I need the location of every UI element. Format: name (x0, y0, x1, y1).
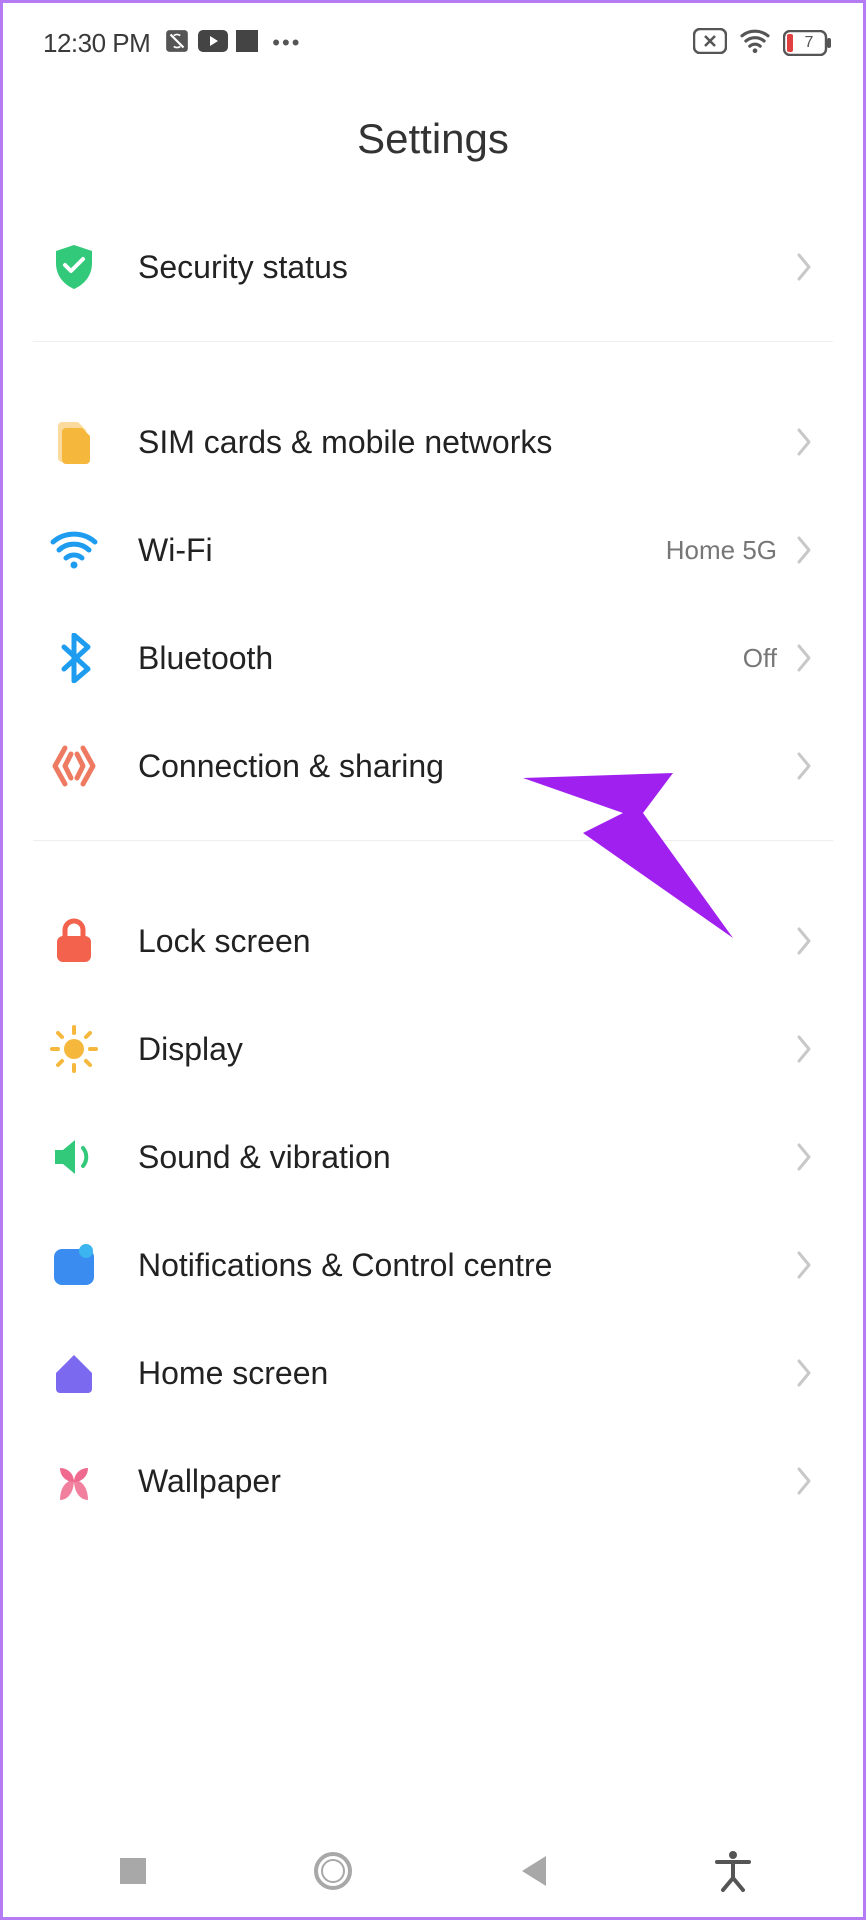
wifi-color-icon (48, 524, 100, 576)
chevron-right-icon (795, 642, 813, 674)
item-label: Connection & sharing (138, 748, 795, 785)
navigation-bar (3, 1825, 863, 1917)
chevron-right-icon (795, 426, 813, 458)
settings-group-network: SIM cards & mobile networks Wi-Fi Home 5… (3, 388, 863, 820)
divider (33, 840, 833, 841)
chevron-right-icon (795, 534, 813, 566)
status-time: 12:30 PM (43, 28, 150, 59)
settings-item-notifications[interactable]: Notifications & Control centre (33, 1211, 833, 1319)
battery-icon: 7 (783, 30, 833, 56)
youtube-icon (198, 30, 228, 57)
chevron-right-icon (795, 251, 813, 283)
chevron-right-icon (795, 1033, 813, 1065)
item-label: Sound & vibration (138, 1139, 795, 1176)
item-value: Off (743, 643, 777, 674)
connection-share-icon (48, 740, 100, 792)
settings-item-sound[interactable]: Sound & vibration (33, 1103, 833, 1211)
page-title: Settings (3, 75, 863, 213)
item-label: Display (138, 1031, 795, 1068)
bluetooth-icon (48, 632, 100, 684)
settings-group-security: Security status (3, 213, 863, 321)
sun-icon (48, 1023, 100, 1075)
chevron-right-icon (795, 1357, 813, 1389)
nav-accessibility-button[interactable] (688, 1841, 778, 1901)
nav-back-button[interactable] (488, 1841, 578, 1901)
settings-item-sim[interactable]: SIM cards & mobile networks (33, 388, 833, 496)
lock-icon (48, 915, 100, 967)
item-label: Bluetooth (138, 640, 743, 677)
divider (33, 341, 833, 342)
item-label: Security status (138, 249, 795, 286)
nav-home-button[interactable] (288, 1841, 378, 1901)
settings-item-lock[interactable]: Lock screen (33, 887, 833, 995)
chevron-right-icon (795, 1249, 813, 1281)
speaker-icon (48, 1131, 100, 1183)
item-value: Home 5G (666, 535, 777, 566)
sync-off-icon (164, 28, 190, 59)
nav-recent-button[interactable] (88, 1841, 178, 1901)
settings-item-security[interactable]: Security status (33, 213, 833, 321)
settings-item-wifi[interactable]: Wi-Fi Home 5G (33, 496, 833, 604)
settings-item-display[interactable]: Display (33, 995, 833, 1103)
settings-item-bluetooth[interactable]: Bluetooth Off (33, 604, 833, 712)
home-icon (48, 1347, 100, 1399)
battery-text: 7 (783, 34, 827, 52)
item-label: Wallpaper (138, 1463, 795, 1500)
flower-icon (48, 1455, 100, 1507)
chevron-right-icon (795, 925, 813, 957)
item-label: Notifications & Control centre (138, 1247, 795, 1284)
settings-item-home[interactable]: Home screen (33, 1319, 833, 1427)
item-label: Lock screen (138, 923, 795, 960)
settings-item-wallpaper[interactable]: Wallpaper (33, 1427, 833, 1535)
sim-card-icon (48, 416, 100, 468)
control-centre-icon (48, 1239, 100, 1291)
chevron-right-icon (795, 1141, 813, 1173)
item-label: Home screen (138, 1355, 795, 1392)
wifi-icon (739, 28, 771, 59)
settings-item-connection[interactable]: Connection & sharing (33, 712, 833, 820)
chevron-right-icon (795, 1465, 813, 1497)
chevron-right-icon (795, 750, 813, 782)
settings-group-device: Lock screen Display Sound & vibration No… (3, 887, 863, 1535)
square-icon (236, 30, 258, 57)
item-label: Wi-Fi (138, 532, 666, 569)
shield-check-icon (48, 241, 100, 293)
more-icon: ••• (272, 30, 301, 56)
sim-error-icon (693, 28, 727, 59)
status-bar: 12:30 PM ••• 7 (3, 3, 863, 75)
item-label: SIM cards & mobile networks (138, 424, 795, 461)
